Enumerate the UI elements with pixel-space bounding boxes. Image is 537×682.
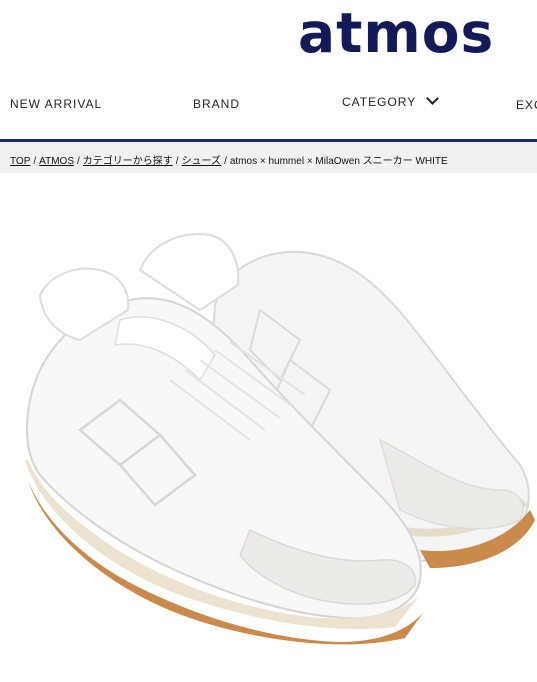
breadcrumb: TOP / ATMOS / カテゴリーから探す / シューズ / atmos × hummel … [0,139,537,173]
white-sneaker-image [25,233,535,645]
breadcrumb-separator: / [175,156,179,167]
chevron-down-icon[interactable] [426,92,440,105]
breadcrumb-link-category[interactable]: カテゴリーから探す [83,156,173,167]
nav-exclusive[interactable]: EXC [516,98,537,112]
product-page: atmos NEW ARRIVAL BRAND CATEGORY EXC TOP… [0,0,537,682]
nav-new-arrival[interactable]: NEW ARRIVAL [10,97,102,111]
breadcrumb-separator: / [77,156,80,167]
product-image[interactable] [0,190,537,682]
breadcrumb-current: atmos × hummel × MilaOwen スニーカー WHITE [229,156,448,167]
site-header: atmos [0,0,537,74]
breadcrumb-separator: / [33,156,37,167]
nav-category-label: CATEGORY [342,95,417,109]
nav-brand[interactable]: BRAND [193,97,240,111]
main-nav: NEW ARRIVAL BRAND CATEGORY EXC [0,82,537,128]
breadcrumb-separator: / [224,156,227,167]
atmos-logo[interactable]: atmos [298,2,494,64]
breadcrumb-link-shoes[interactable]: シューズ [182,156,222,167]
breadcrumb-link-top[interactable]: TOP [10,156,30,167]
breadcrumb-link-atmos[interactable]: ATMOS [39,156,74,167]
breadcrumb-trail: TOP / ATMOS / カテゴリーから探す / シューズ / atmos × hummel … [10,152,448,167]
nav-category[interactable]: CATEGORY [342,92,440,109]
